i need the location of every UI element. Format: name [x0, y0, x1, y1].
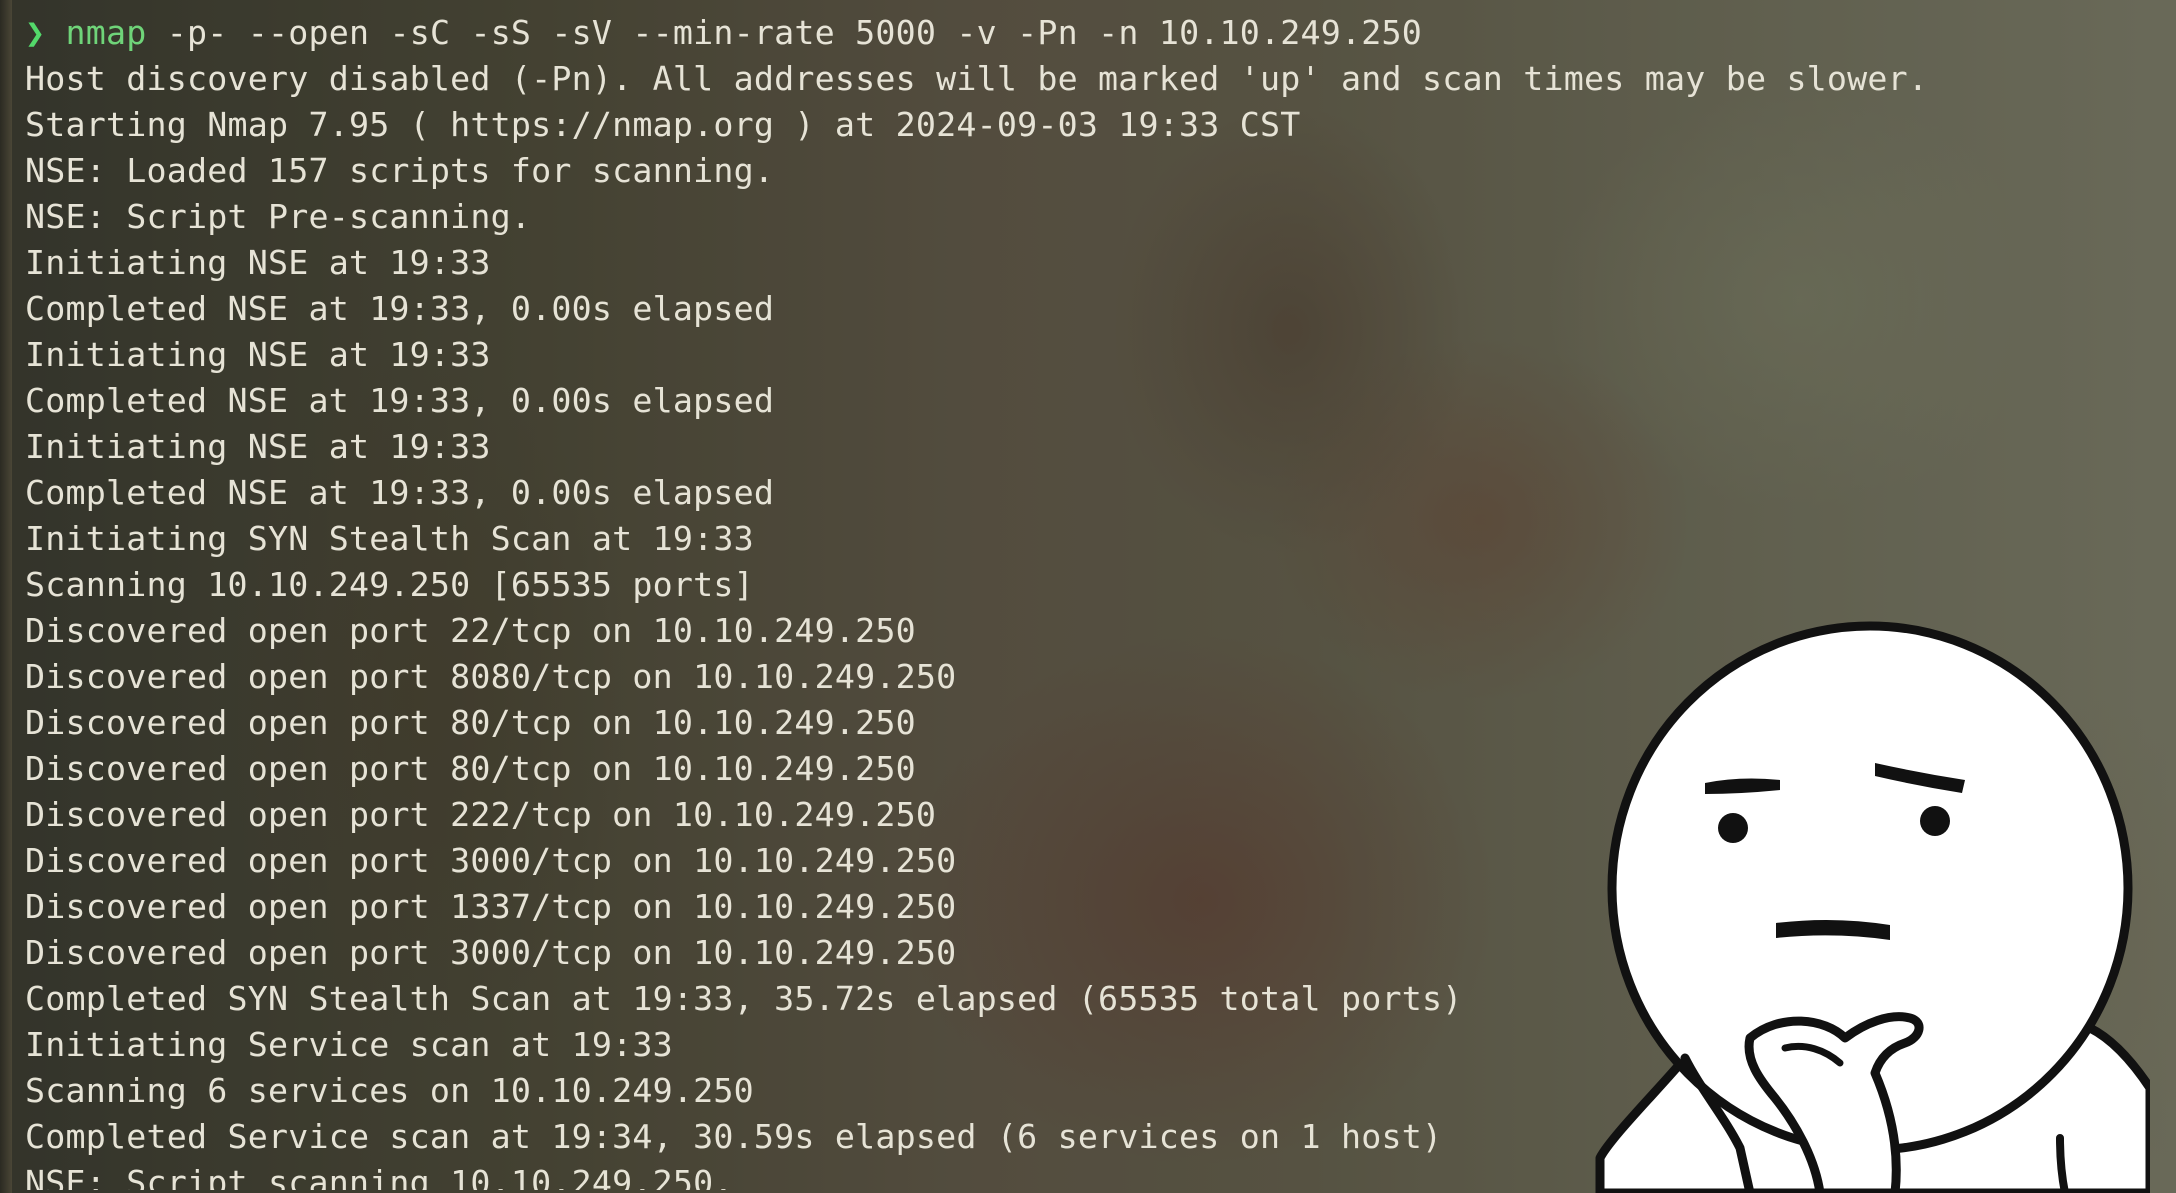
output-line: NSE: Script Pre-scanning.: [25, 197, 532, 236]
thinking-face-meme-icon: [1590, 618, 2150, 1193]
output-line: Initiating SYN Stealth Scan at 19:33: [25, 519, 754, 558]
output-line: Initiating NSE at 19:33: [25, 335, 491, 374]
output-line: Host discovery disabled (-Pn). All addre…: [25, 59, 1929, 98]
output-line: Completed NSE at 19:33, 0.00s elapsed: [25, 381, 775, 420]
command-line: ❯ nmap -p- --open -sC -sS -sV --min-rate…: [25, 10, 1928, 56]
output-line: NSE: Loaded 157 scripts for scanning.: [25, 151, 775, 190]
output-line: Initiating NSE at 19:33: [25, 243, 491, 282]
prompt-arrow-icon: ❯: [25, 13, 46, 52]
terminal-window[interactable]: ❯ nmap -p- --open -sC -sS -sV --min-rate…: [0, 0, 2176, 1193]
window-left-border: [0, 0, 12, 1193]
output-line: Completed NSE at 19:33, 0.00s elapsed: [25, 473, 775, 512]
output-line: Starting Nmap 7.95 ( https://nmap.org ) …: [25, 105, 1301, 144]
command-program: nmap: [65, 13, 147, 52]
output-line: Completed NSE at 19:33, 0.00s elapsed: [25, 289, 775, 328]
command-arguments: -p- --open -sC -sS -sV --min-rate 5000 -…: [146, 13, 1423, 52]
output-line: Initiating NSE at 19:33: [25, 427, 491, 466]
output-line: Scanning 10.10.249.250 [65535 ports]: [25, 565, 754, 604]
